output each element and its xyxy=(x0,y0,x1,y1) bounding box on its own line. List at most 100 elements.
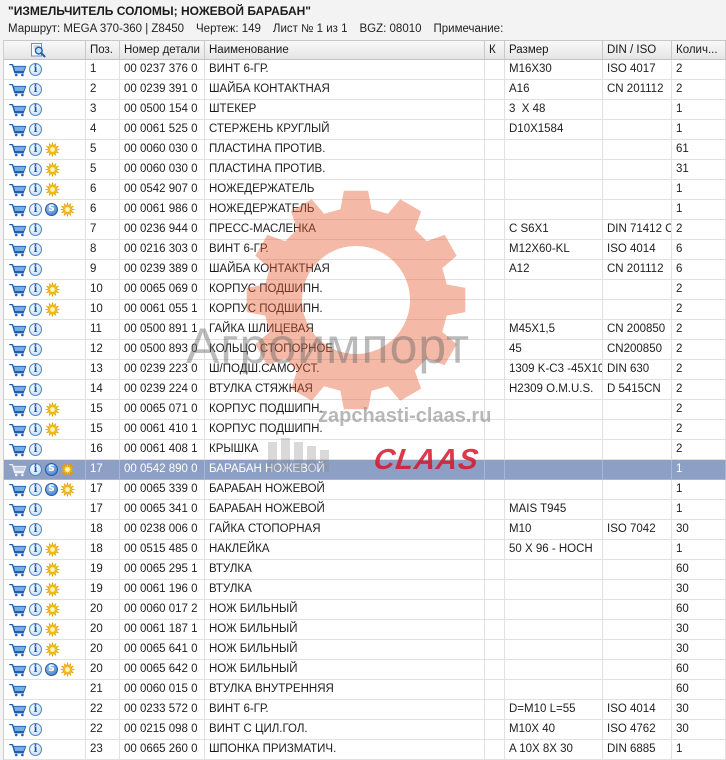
info-icon[interactable]: i xyxy=(29,743,42,756)
cart-icon[interactable] xyxy=(9,463,27,477)
table-row[interactable]: i 20 00 0065 641 0 НОЖ БИЛЬНЫЙ 30 xyxy=(4,640,726,660)
table-row[interactable]: i 10 00 0065 069 0 КОРПУС ПОДШИПН. 2 xyxy=(4,280,726,300)
info-icon[interactable]: i xyxy=(29,283,42,296)
cart-icon[interactable] xyxy=(9,163,27,177)
table-row[interactable]: i 22 00 0215 098 0 ВИНТ С ЦИЛ.ГОЛ. M10X 40 IS… xyxy=(4,720,726,740)
cart-icon[interactable] xyxy=(9,383,27,397)
s-icon[interactable]: S xyxy=(45,663,58,676)
cart-icon[interactable] xyxy=(9,703,27,717)
info-icon[interactable]: i xyxy=(29,303,42,316)
info-icon[interactable]: i xyxy=(29,423,42,436)
info-icon[interactable]: i xyxy=(29,203,42,216)
cart-icon[interactable] xyxy=(9,283,27,297)
column-header-quantity[interactable]: Колич... xyxy=(672,41,726,59)
table-row[interactable]: i 12 00 0500 893 0 КОЛЬЦО СТОПОРНОЕ 45 CN2008… xyxy=(4,340,726,360)
info-icon[interactable]: i xyxy=(29,363,42,376)
column-header-din-iso[interactable]: DIN / ISO xyxy=(603,41,672,59)
cart-icon[interactable] xyxy=(9,743,27,757)
info-icon[interactable]: i xyxy=(29,143,42,156)
info-icon[interactable]: i xyxy=(29,183,42,196)
search-icon[interactable] xyxy=(30,42,46,58)
table-row[interactable]: i 10 00 0061 055 1 КОРПУС ПОДШИПН. 2 xyxy=(4,300,726,320)
table-row[interactable]: i 14 00 0239 224 0 ВТУЛКА СТЯЖНАЯ H2309 O.M.… xyxy=(4,380,726,400)
table-row[interactable]: i 9 00 0239 389 0 ШАЙБА КОНТАКТНАЯ A12 CN 201… xyxy=(4,260,726,280)
cart-icon[interactable] xyxy=(9,223,27,237)
table-row[interactable]: i 18 00 0515 485 0 НАКЛЕЙКА 50 X 96 - HOCH 1 xyxy=(4,540,726,560)
info-icon[interactable]: i xyxy=(29,643,42,656)
info-icon[interactable]: i xyxy=(29,623,42,636)
table-row[interactable]: i 2 00 0239 391 0 ШАЙБА КОНТАКТНАЯ A16 CN 201… xyxy=(4,80,726,100)
info-icon[interactable]: i xyxy=(29,343,42,356)
cart-icon[interactable] xyxy=(9,523,27,537)
info-icon[interactable]: i xyxy=(29,243,42,256)
cart-icon[interactable] xyxy=(9,303,27,317)
cart-icon[interactable] xyxy=(9,423,27,437)
info-icon[interactable]: i xyxy=(29,703,42,716)
info-icon[interactable]: i xyxy=(29,523,42,536)
cart-icon[interactable] xyxy=(9,583,27,597)
table-row[interactable]: i 20 00 0060 017 2 НОЖ БИЛЬНЫЙ 60 xyxy=(4,600,726,620)
cart-icon[interactable] xyxy=(9,183,27,197)
cart-icon[interactable] xyxy=(9,83,27,97)
table-row[interactable]: i 1 00 0237 376 0 ВИНТ 6-ГР. M16X30 ISO 4017 2 xyxy=(4,60,726,80)
column-header-part-number[interactable]: Номер детали xyxy=(120,41,205,59)
table-row-selected[interactable]: i S 17 00 0542 890 0 БАРАБАН НОЖЕВОЙ 1 xyxy=(4,460,726,480)
table-row[interactable]: 21 00 0060 015 0 ВТУЛКА ВНУТРЕННЯЯ 60 xyxy=(4,680,726,700)
cart-icon[interactable] xyxy=(9,723,27,737)
table-row[interactable]: i 8 00 0216 303 0 ВИНТ 6-ГР. M12X60-KL ISO 40… xyxy=(4,240,726,260)
column-header-pos[interactable]: Поз. xyxy=(86,41,120,59)
info-icon[interactable]: i xyxy=(29,383,42,396)
column-header-k[interactable]: К xyxy=(485,41,505,59)
info-icon[interactable]: i xyxy=(29,323,42,336)
info-icon[interactable]: i xyxy=(29,463,42,476)
table-row[interactable]: i 6 00 0542 907 0 НОЖЕДЕРЖАТЕЛЬ 1 xyxy=(4,180,726,200)
table-row[interactable]: i 15 00 0065 071 0 КОРПУС ПОДШИПН. 2 xyxy=(4,400,726,420)
table-row[interactable]: i 22 00 0233 572 0 ВИНТ 6-ГР. D=M10 L=55 ISO … xyxy=(4,700,726,720)
info-icon[interactable]: i xyxy=(29,483,42,496)
cart-icon[interactable] xyxy=(9,503,27,517)
table-row[interactable]: i 19 00 0065 295 1 ВТУЛКА 60 xyxy=(4,560,726,580)
s-icon[interactable]: S xyxy=(45,483,58,496)
column-header-name[interactable]: Наименование xyxy=(205,41,485,59)
table-row[interactable]: i S 17 00 0065 339 0 БАРАБАН НОЖЕВОЙ 1 xyxy=(4,480,726,500)
table-row[interactable]: i 5 00 0060 030 0 ПЛАСТИНА ПРОТИВ. 61 xyxy=(4,140,726,160)
cart-icon[interactable] xyxy=(9,263,27,277)
cart-icon[interactable] xyxy=(9,243,27,257)
cart-icon[interactable] xyxy=(9,363,27,377)
s-icon[interactable]: S xyxy=(45,463,58,476)
table-row[interactable]: i 20 00 0061 187 1 НОЖ БИЛЬНЫЙ 30 xyxy=(4,620,726,640)
cart-icon[interactable] xyxy=(9,343,27,357)
table-row[interactable]: i 15 00 0061 410 1 КОРПУС ПОДШИПН. 2 xyxy=(4,420,726,440)
info-icon[interactable]: i xyxy=(29,103,42,116)
column-header-size[interactable]: Размер xyxy=(505,41,603,59)
info-icon[interactable]: i xyxy=(29,83,42,96)
info-icon[interactable]: i xyxy=(29,163,42,176)
cart-icon[interactable] xyxy=(9,123,27,137)
cart-icon[interactable] xyxy=(9,683,27,697)
cart-icon[interactable] xyxy=(9,603,27,617)
table-row[interactable]: i 23 00 0665 260 0 ШПОНКА ПРИЗМАТИЧ. A 10X 8… xyxy=(4,740,726,760)
table-row[interactable]: i 4 00 0061 525 0 СТЕРЖЕНЬ КРУГЛЫЙ D10X1584 1 xyxy=(4,120,726,140)
table-row[interactable]: i 13 00 0239 223 0 Ш/ПОДШ.САМОУСТ. 1309 K-C3… xyxy=(4,360,726,380)
table-row[interactable]: i 5 00 0060 030 0 ПЛАСТИНА ПРОТИВ. 31 xyxy=(4,160,726,180)
cart-icon[interactable] xyxy=(9,103,27,117)
info-icon[interactable]: i xyxy=(29,583,42,596)
table-row[interactable]: i 3 00 0500 154 0 ШТЕКЕР 3 X 48 1 xyxy=(4,100,726,120)
info-icon[interactable]: i xyxy=(29,443,42,456)
cart-icon[interactable] xyxy=(9,643,27,657)
info-icon[interactable]: i xyxy=(29,123,42,136)
info-icon[interactable]: i xyxy=(29,263,42,276)
cart-icon[interactable] xyxy=(9,563,27,577)
info-icon[interactable]: i xyxy=(29,543,42,556)
table-row[interactable]: i 16 00 0061 408 1 КРЫШКА 2 xyxy=(4,440,726,460)
cart-icon[interactable] xyxy=(9,63,27,77)
info-icon[interactable]: i xyxy=(29,723,42,736)
info-icon[interactable]: i xyxy=(29,563,42,576)
cart-icon[interactable] xyxy=(9,663,27,677)
header-icon-cell[interactable] xyxy=(4,41,86,59)
info-icon[interactable]: i xyxy=(29,223,42,236)
table-row[interactable]: i 19 00 0061 196 0 ВТУЛКА 30 xyxy=(4,580,726,600)
cart-icon[interactable] xyxy=(9,543,27,557)
cart-icon[interactable] xyxy=(9,483,27,497)
info-icon[interactable]: i xyxy=(29,503,42,516)
